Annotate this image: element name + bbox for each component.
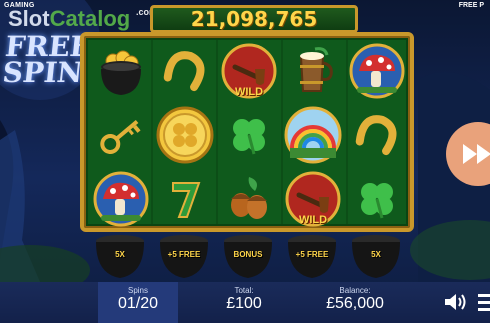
spins-label: Spins <box>127 286 148 295</box>
pot-5x: 5X <box>348 234 404 280</box>
clover-icon <box>361 183 393 219</box>
reel-frame: WILD WILD <box>80 32 414 232</box>
bonus-pots: 5X +5 FREE BONUS +5 FREE 5X <box>88 234 408 282</box>
free-spins-top-label: FREE P <box>458 2 484 9</box>
acorns-icon <box>231 177 267 219</box>
rainbow-icon <box>284 106 342 164</box>
symbol-horseshoe <box>154 40 216 102</box>
symbol-tankard <box>282 40 344 102</box>
mushroom-icon <box>93 171 149 227</box>
symbol-seven <box>154 168 216 230</box>
symbol-gold-coin-clover <box>154 104 216 166</box>
pot-plus-5-free: +5 FREE <box>284 234 340 280</box>
symbol-acorns <box>218 168 280 230</box>
watermark: SlotCatalog .com <box>8 6 157 32</box>
watermark-slot: Slot <box>8 6 50 31</box>
total-label: Total: <box>234 286 254 295</box>
spins-stat: Spins 01/20 <box>98 286 178 313</box>
total-value: £100 <box>226 295 262 312</box>
pot-label: +5 FREE <box>295 250 329 259</box>
menu-icon[interactable] <box>478 291 490 313</box>
mushroom-icon <box>349 43 405 99</box>
pot-label: 5X <box>115 250 125 259</box>
symbol-mushroom <box>90 168 152 230</box>
fast-forward-icon <box>463 144 490 164</box>
gold-coin-clover-icon <box>156 106 214 164</box>
pot-bonus: BONUS <box>220 234 276 280</box>
total-stat: Total: £100 <box>204 286 284 313</box>
watermark-catalog: Catalog <box>49 6 131 31</box>
horseshoe-icon <box>163 51 205 92</box>
title-line-spins: SPINS <box>0 56 105 89</box>
win-counter: 21,098,765 <box>150 5 358 33</box>
symbol-pipe-wild: WILD <box>218 40 280 102</box>
pot-plus-5-free: +5 FREE <box>156 234 212 280</box>
clover-icon <box>233 119 265 155</box>
balance-stat: Balance: £56,000 <box>310 286 400 313</box>
wild-label: WILD <box>234 86 264 98</box>
symbol-mushroom <box>346 40 408 102</box>
symbol-four-leaf-clover <box>346 168 408 230</box>
symbol-rainbow <box>282 104 344 166</box>
pot-label: BONUS <box>233 250 263 259</box>
seven-icon <box>172 182 201 218</box>
pot-of-gold-icon <box>101 50 141 95</box>
symbol-pot-of-gold <box>90 40 152 102</box>
spins-value: 01/20 <box>117 295 159 312</box>
horseshoe-icon <box>355 115 397 156</box>
pot-5x: 5X <box>92 234 148 280</box>
balance-value: £56,000 <box>326 295 384 312</box>
balance-label: Balance: <box>339 286 371 295</box>
symbol-four-leaf-clover <box>218 104 280 166</box>
key-icon <box>100 119 141 154</box>
symbol-pipe-wild: WILD <box>282 168 344 230</box>
pot-label: +5 FREE <box>167 250 201 259</box>
symbol-horseshoe <box>346 104 408 166</box>
symbol-key <box>90 104 152 166</box>
wild-label: WILD <box>298 214 328 226</box>
free-spins-title: FREE SPINS <box>0 30 105 89</box>
tankard-icon <box>299 47 333 92</box>
pot-label: 5X <box>371 250 381 259</box>
sound-icon[interactable] <box>443 292 467 312</box>
